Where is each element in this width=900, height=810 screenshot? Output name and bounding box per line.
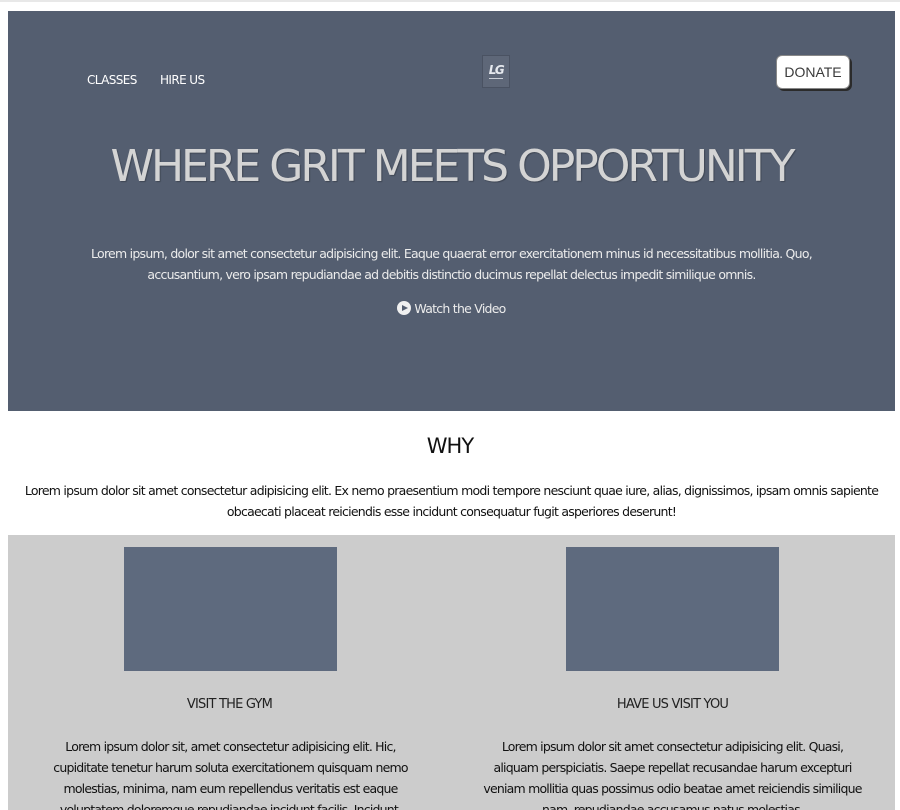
card-image-placeholder [566, 547, 779, 671]
services-section: VISIT THE GYM Lorem ipsum dolor sit, ame… [8, 535, 895, 810]
card-title: VISIT THE GYM [186, 697, 273, 712]
hero-section: CLASSES HIRE US LG DONATE WHERE GRIT MEE… [8, 11, 895, 411]
card-text: Lorem ipsum dolor sit amet consectetur a… [483, 739, 862, 810]
nav-link-classes[interactable]: CLASSES [87, 73, 137, 87]
hero-title: WHERE GRIT MEETS OPPORTUNITY [110, 141, 795, 192]
hero-description: Lorem ipsum, dolor sit amet consectetur … [91, 246, 813, 282]
card-have-us-visit: HAVE US VISIT YOU Lorem ipsum dolor sit … [451, 535, 894, 810]
nav-link-hire-us[interactable]: HIRE US [160, 73, 205, 87]
site-logo[interactable]: LG [482, 55, 510, 88]
card-image-placeholder [124, 547, 337, 671]
why-heading: WHY [426, 434, 474, 458]
logo-underline [489, 78, 503, 79]
card-text: Lorem ipsum dolor sit, amet consectetur … [53, 739, 408, 810]
donate-button[interactable]: DONATE [776, 55, 850, 89]
logo-mark: LG [488, 63, 505, 77]
play-circle-icon [397, 301, 412, 315]
watch-video-link[interactable]: Watch the Video [8, 300, 895, 318]
card-title: HAVE US VISIT YOU [616, 697, 729, 712]
top-divider [0, 0, 900, 2]
watch-video-label: Watch the Video [414, 301, 506, 316]
card-visit-gym: VISIT THE GYM Lorem ipsum dolor sit, ame… [8, 535, 451, 810]
why-description: Lorem ipsum dolor sit amet consectetur a… [24, 483, 879, 519]
